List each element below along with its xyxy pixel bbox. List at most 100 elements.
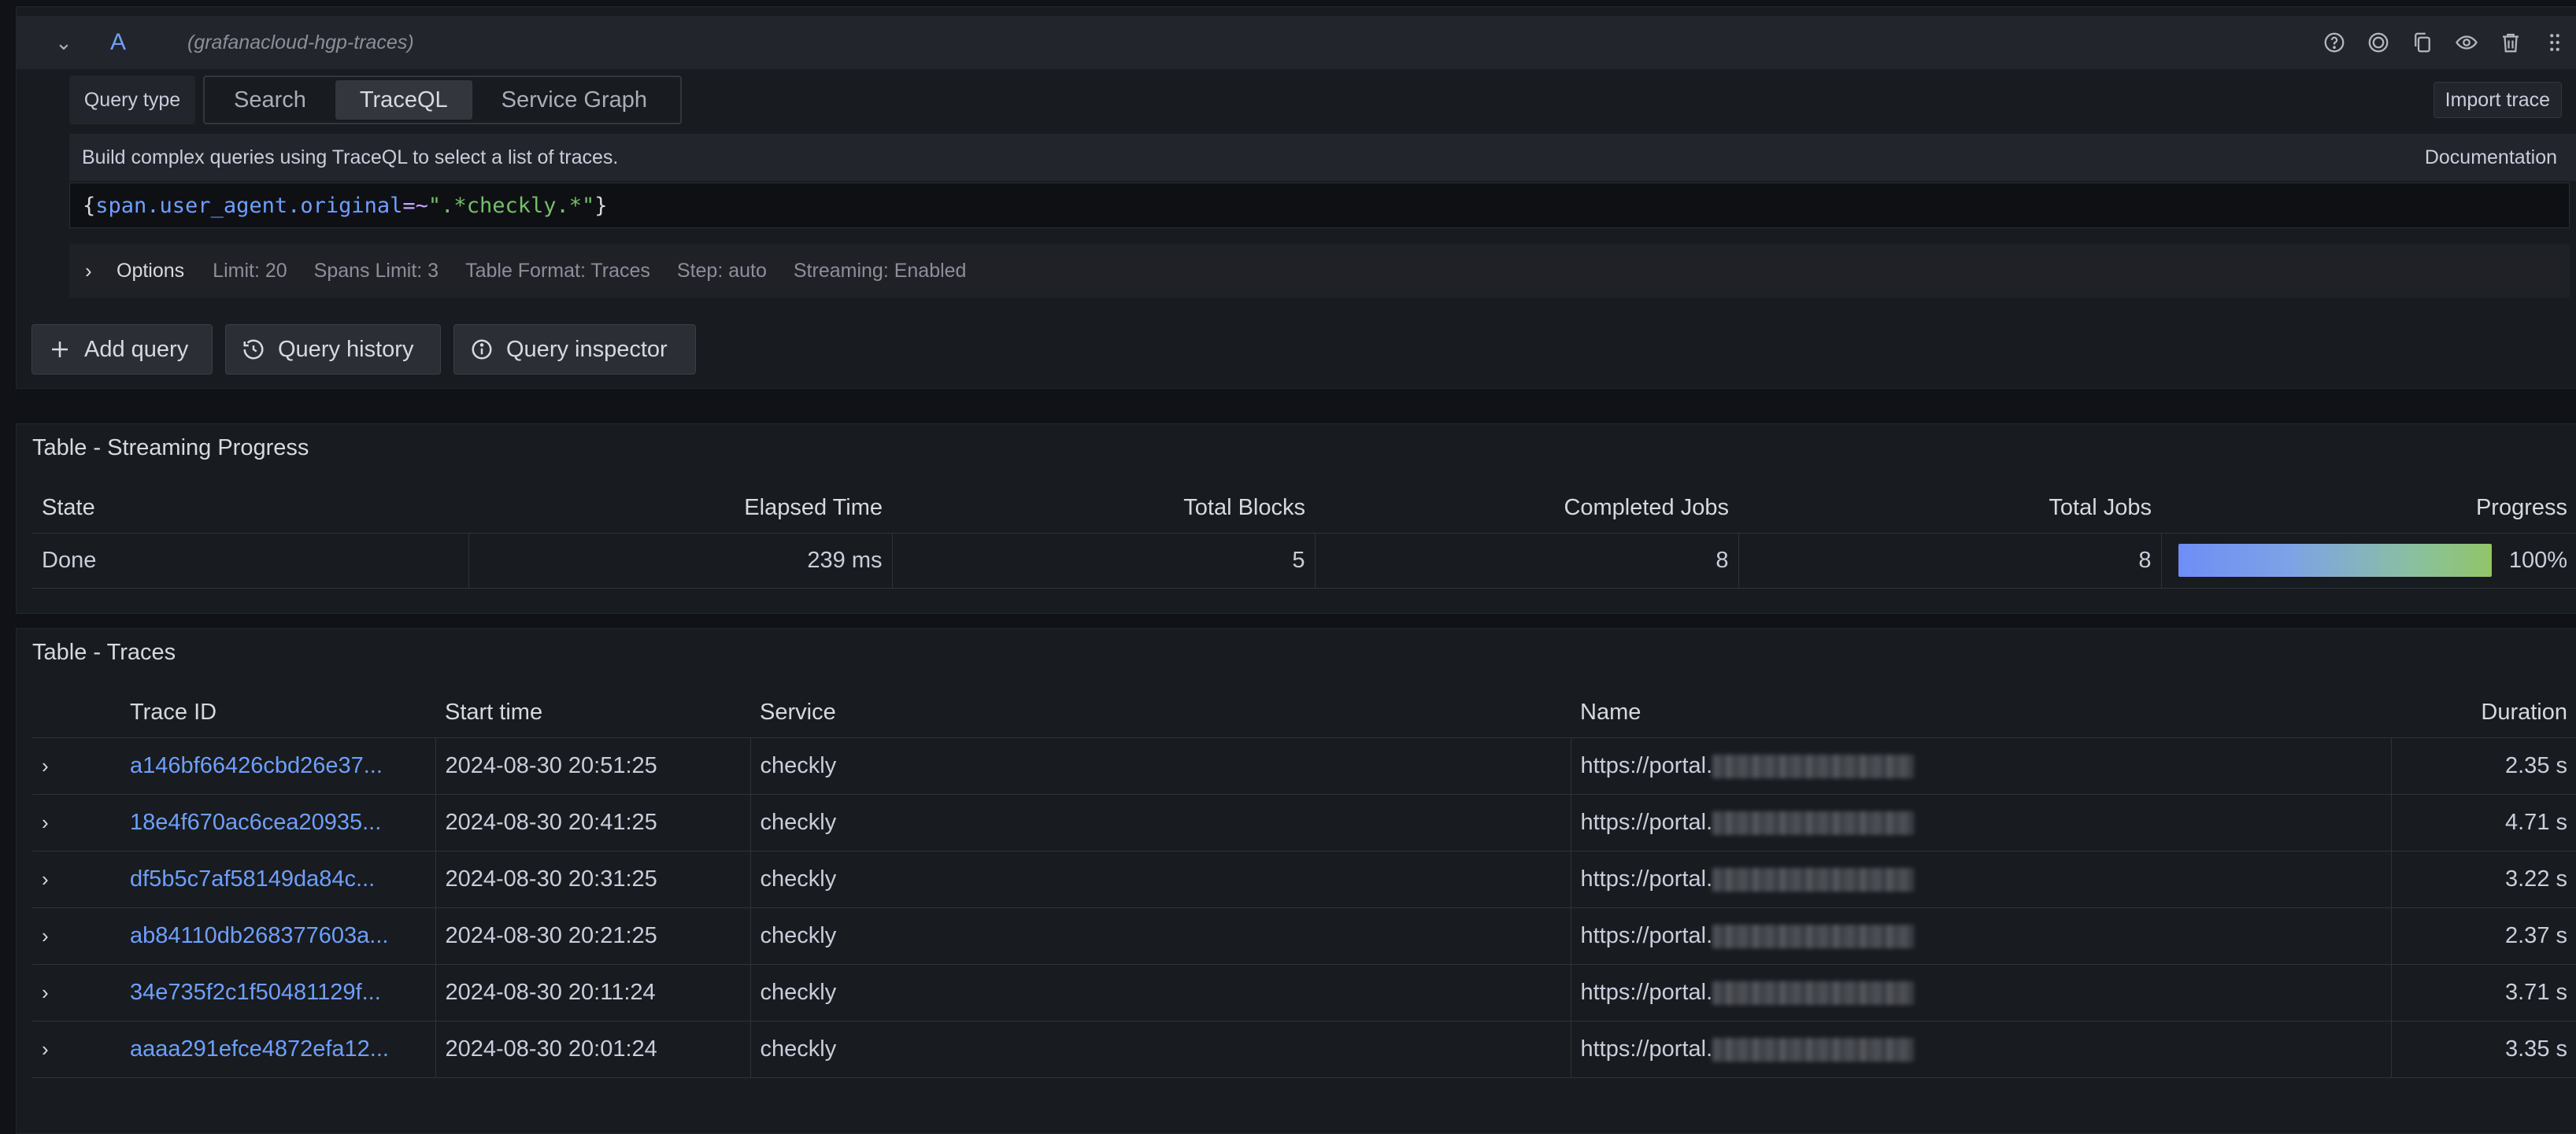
option-spans-limit: Spans Limit: 3 — [313, 259, 439, 282]
code-close-brace: } — [594, 193, 608, 218]
name-cell: https://portal. — [1570, 907, 2391, 964]
duration-cell: 3.22 s — [2390, 851, 2576, 907]
table-row[interactable]: › a146bf66426cbd26e37... 2024-08-30 20:51:… — [32, 737, 2576, 794]
completed-jobs-cell: 8 — [1314, 533, 1738, 588]
duration-cell: 3.71 s — [2390, 964, 2576, 1021]
expand-row-cell[interactable]: › — [32, 851, 120, 907]
redacted-text — [1712, 981, 1915, 1005]
table-row: Done 239 ms 5 8 8 100% — [32, 533, 2576, 588]
tab-traceql[interactable]: TraceQL — [335, 80, 472, 120]
chevron-right-icon[interactable]: › — [42, 754, 49, 778]
import-trace-button[interactable]: Import trace — [2433, 82, 2562, 118]
tab-service-graph[interactable]: Service Graph — [477, 80, 672, 120]
column-header[interactable]: Elapsed Time — [468, 484, 892, 533]
start-time-cell: 2024-08-30 20:31:25 — [435, 851, 750, 907]
service-cell: checkly — [749, 964, 1571, 1021]
trace-id-link[interactable]: a146bf66426cbd26e37... — [130, 753, 383, 778]
column-header[interactable]: Total Jobs — [1738, 484, 2161, 533]
service-cell: checkly — [749, 737, 1571, 794]
chevron-right-icon[interactable]: › — [42, 924, 49, 947]
expand-row-cell[interactable]: › — [32, 1021, 120, 1077]
column-header[interactable]: Name — [1571, 689, 2391, 737]
expand-column-header — [32, 689, 120, 737]
column-header[interactable]: Completed Jobs — [1315, 484, 1738, 533]
total-jobs-cell: 8 — [1738, 533, 2161, 588]
query-row-header[interactable]: ⌄ A (grafanacloud-hgp-traces) — [16, 16, 2576, 69]
expand-row-cell[interactable]: › — [32, 907, 120, 964]
add-query-button[interactable]: Add query — [31, 324, 213, 375]
name-text: https://portal. — [1580, 922, 1713, 948]
redacted-text — [1712, 811, 1915, 835]
column-header[interactable]: Start time — [435, 689, 750, 737]
expand-row-cell[interactable]: › — [32, 794, 120, 851]
column-header[interactable]: Progress — [2161, 484, 2576, 533]
table-row[interactable]: › df5b5c7af58149da84c... 2024-08-30 20:31:… — [32, 851, 2576, 907]
trace-id-link[interactable]: aaaa291efce4872efa12... — [130, 1036, 389, 1062]
name-text: https://portal. — [1580, 866, 1713, 892]
name-cell: https://portal. — [1570, 1021, 2391, 1077]
help-icon[interactable] — [2321, 29, 2348, 56]
history-icon — [243, 339, 264, 360]
options-title[interactable]: Options — [117, 260, 184, 283]
trace-id-link[interactable]: 34e735f2c1f50481129f... — [130, 980, 381, 1005]
duplicate-icon[interactable] — [2409, 29, 2436, 56]
option-table-format: Table Format: Traces — [465, 259, 650, 282]
chevron-right-icon[interactable]: › — [85, 259, 109, 283]
chevron-down-icon[interactable]: ⌄ — [55, 31, 83, 55]
plus-icon — [52, 342, 68, 357]
name-text: https://portal. — [1580, 752, 1713, 778]
start-time-cell: 2024-08-30 20:01:24 — [435, 1021, 750, 1077]
query-history-label: Query history — [278, 336, 414, 362]
trace-id-link[interactable]: ab84110db268377603a... — [130, 923, 388, 948]
option-streaming: Streaming: Enabled — [793, 259, 967, 282]
query-history-button[interactable]: Query history — [225, 324, 441, 375]
tab-search[interactable]: Search — [209, 80, 331, 120]
query-row-actions — [2321, 16, 2568, 69]
column-header[interactable]: Total Blocks — [892, 484, 1315, 533]
service-cell: checkly — [749, 1021, 1571, 1077]
trace-id-link[interactable]: 18e4f670ac6cea20935... — [130, 810, 381, 835]
redacted-text — [1712, 754, 1915, 778]
query-inspector-button[interactable]: Query inspector — [453, 324, 696, 375]
column-header[interactable]: Trace ID — [120, 689, 435, 737]
drag-handle-icon[interactable] — [2541, 29, 2568, 56]
query-type-selector: Search TraceQL Service Graph — [203, 76, 682, 124]
target-icon[interactable] — [2365, 29, 2392, 56]
query-type-label: Query type — [69, 76, 195, 124]
panel-title: Table - Streaming Progress — [32, 435, 309, 460]
trash-icon[interactable] — [2497, 29, 2524, 56]
table-row[interactable]: › ab84110db268377603a... 2024-08-30 20:21:… — [32, 907, 2576, 964]
total-blocks-cell: 5 — [891, 533, 1315, 588]
options-bar[interactable]: › Options Limit: 20 Spans Limit: 3 Table… — [69, 244, 2570, 297]
expand-row-cell[interactable]: › — [32, 964, 120, 1021]
datasource-name: (grafanacloud-hgp-traces) — [187, 31, 414, 54]
name-cell: https://portal. — [1570, 737, 2391, 794]
chevron-right-icon[interactable]: › — [42, 981, 49, 1004]
state-cell: Done — [42, 547, 97, 573]
service-cell: checkly — [749, 907, 1571, 964]
table-row[interactable]: › 34e735f2c1f50481129f... 2024-08-30 20:11… — [32, 964, 2576, 1021]
eye-icon[interactable] — [2453, 29, 2480, 56]
column-header[interactable]: Service — [750, 689, 1571, 737]
code-attribute: span.user_agent.original — [95, 193, 403, 218]
progress-bar — [2178, 544, 2492, 577]
name-text: https://portal. — [1580, 809, 1713, 835]
progress-label: 100% — [2508, 547, 2567, 573]
name-cell: https://portal. — [1570, 794, 2391, 851]
query-letter[interactable]: A — [110, 29, 157, 56]
column-header[interactable]: State — [32, 484, 468, 533]
chevron-right-icon[interactable]: › — [42, 867, 49, 891]
start-time-cell: 2024-08-30 20:21:25 — [435, 907, 750, 964]
chevron-right-icon[interactable]: › — [42, 1037, 49, 1061]
traceql-editor[interactable]: {span.user_agent.original =~ ".*checkly.*"… — [69, 183, 2570, 228]
expand-row-cell[interactable]: › — [32, 737, 120, 794]
column-header[interactable]: Duration — [2391, 689, 2576, 737]
chevron-right-icon[interactable]: › — [42, 811, 49, 834]
duration-cell: 3.35 s — [2390, 1021, 2576, 1077]
documentation-link[interactable]: Documentation — [2425, 146, 2557, 169]
trace-id-link[interactable]: df5b5c7af58149da84c... — [130, 866, 375, 892]
table-row[interactable]: › aaaa291efce4872efa12... 2024-08-30 20:01… — [32, 1021, 2576, 1077]
option-limit: Limit: 20 — [213, 259, 287, 282]
name-cell: https://portal. — [1570, 851, 2391, 907]
table-row[interactable]: › 18e4f670ac6cea20935... 2024-08-30 20:41:… — [32, 794, 2576, 851]
